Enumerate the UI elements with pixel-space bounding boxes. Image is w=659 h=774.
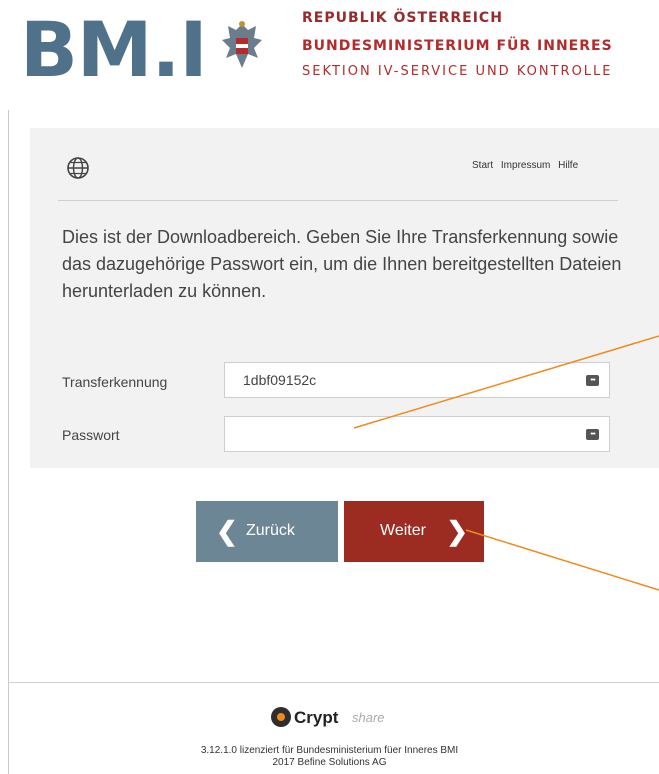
footer-divider xyxy=(8,682,659,683)
intro-text: Dies ist der Downloadbereich. Geben Sie … xyxy=(62,227,622,301)
transfer-id-label: Transferkennung xyxy=(62,374,168,390)
link-impressum[interactable]: Impressum xyxy=(501,160,550,171)
brand-suffix: share xyxy=(352,710,385,725)
window-left-border xyxy=(8,0,9,774)
panel-divider xyxy=(58,200,618,201)
top-links: Start Impressum Hilfe xyxy=(472,160,583,171)
next-button[interactable]: Weiter ❯ xyxy=(344,501,484,562)
header-ministry-text: BUNDESMINISTERIUM FÜR INNERES xyxy=(302,38,613,54)
back-button[interactable]: ❮ Zurück xyxy=(196,501,338,562)
transfer-id-value: 1dbf09152c xyxy=(243,372,317,388)
globe-icon[interactable] xyxy=(66,156,90,180)
link-start[interactable]: Start xyxy=(472,160,493,171)
chevron-right-icon: ❯ xyxy=(446,516,468,546)
back-button-label: Zurück xyxy=(246,522,295,539)
bmi-logo: BM.I xyxy=(20,5,208,94)
header-republic-text: REPUBLIK ÖSTERREICH xyxy=(302,10,503,26)
key-icon[interactable]: ••• xyxy=(586,429,599,440)
cryptshare-logo-icon xyxy=(271,707,291,727)
copyright-text: 2017 Befine Solutions AG xyxy=(272,757,387,768)
license-text: 3.12.1.0 lizenziert für Bundesministeriu… xyxy=(200,745,459,756)
key-icon[interactable]: ••• xyxy=(586,375,599,386)
password-label: Passwort xyxy=(62,427,120,443)
brand-name: Crypt xyxy=(294,708,339,727)
chevron-left-icon: ❮ xyxy=(216,516,238,546)
download-panel: Start Impressum Hilfe Dies ist der Downl… xyxy=(30,128,659,468)
next-button-label: Weiter xyxy=(380,522,426,539)
header-section-text: SEKTION IV-SERVICE UND KONTROLLE xyxy=(302,64,613,79)
page-header: BM.I REPUBLIK ÖSTERREICH BUNDESMINISTERI… xyxy=(0,0,659,110)
eagle-emblem-icon xyxy=(222,21,262,68)
password-input[interactable]: ••• xyxy=(224,416,610,452)
transfer-id-input[interactable]: 1dbf09152c ••• xyxy=(224,362,610,398)
annotation-line-next xyxy=(465,529,659,591)
link-hilfe[interactable]: Hilfe xyxy=(558,160,578,171)
